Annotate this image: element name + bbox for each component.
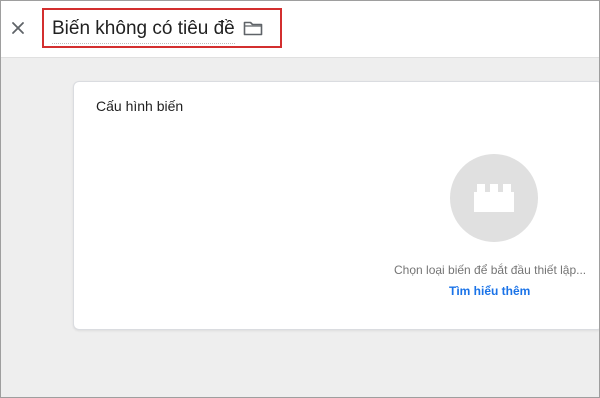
card-title: Cấu hình biến [96,98,184,114]
building-block-icon[interactable] [450,154,538,242]
learn-more-link[interactable]: Tìm hiểu thêm [449,283,530,299]
variable-name-input[interactable]: Biến không có tiêu đề [52,15,235,44]
variable-editor-window: Biến không có tiêu đề Cấu hình biến Chọn… [0,0,600,398]
folder-icon[interactable] [242,18,264,38]
top-bar: Biến không có tiêu đề [1,1,599,58]
close-icon[interactable] [8,18,28,38]
choose-variable-type-hint: Chọn loại biến để bắt đầu thiết lập... [394,263,587,277]
variable-configuration-card[interactable]: Cấu hình biến Chọn loại biến để bắt đầu … [73,81,599,330]
